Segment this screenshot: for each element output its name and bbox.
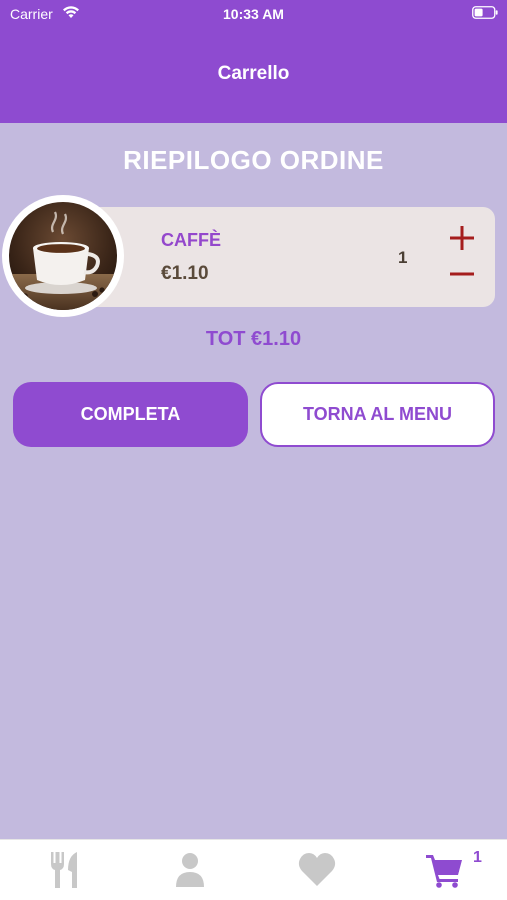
complete-order-label: COMPLETA [80, 404, 181, 424]
status-bar: Carrier 10:33 AM [0, 0, 507, 28]
order-summary-heading: RIEPILOGO ORDINE [123, 145, 384, 175]
minus-icon [450, 272, 474, 276]
order-total: TOT €1.10 [205, 328, 302, 350]
tab-favorites[interactable] [297, 850, 337, 890]
cart-count-badge: 1 [473, 849, 482, 866]
cart-item-quantity: 1 [398, 248, 408, 267]
increase-quantity-button[interactable] [449, 225, 475, 251]
heart-icon [298, 853, 336, 886]
cart-item-price: €1.10 [161, 263, 209, 284]
complete-order-button[interactable]: COMPLETA [13, 382, 248, 447]
tab-cart[interactable] [424, 850, 464, 890]
page-title: Carrello [217, 63, 290, 84]
cart-item-name: CAFFÈ [161, 230, 221, 250]
battery-icon [472, 6, 498, 19]
tab-bar [0, 839, 507, 900]
user-icon [176, 853, 204, 887]
cart-icon [426, 855, 462, 888]
tab-menu[interactable] [44, 850, 84, 890]
back-to-menu-button[interactable]: TORNA AL MENU [260, 382, 495, 447]
coffee-cup-photo [2, 195, 124, 317]
status-time: 10:33 AM [223, 6, 284, 22]
tab-profile[interactable] [170, 850, 210, 890]
nav-header: Carrier 10:33 AM Carrello [0, 0, 507, 123]
plus-icon [450, 226, 474, 250]
decrease-quantity-button[interactable] [449, 263, 475, 285]
cart-item-card [62, 207, 495, 307]
utensils-icon [51, 852, 77, 888]
back-to-menu-label: TORNA AL MENU [302, 404, 452, 424]
